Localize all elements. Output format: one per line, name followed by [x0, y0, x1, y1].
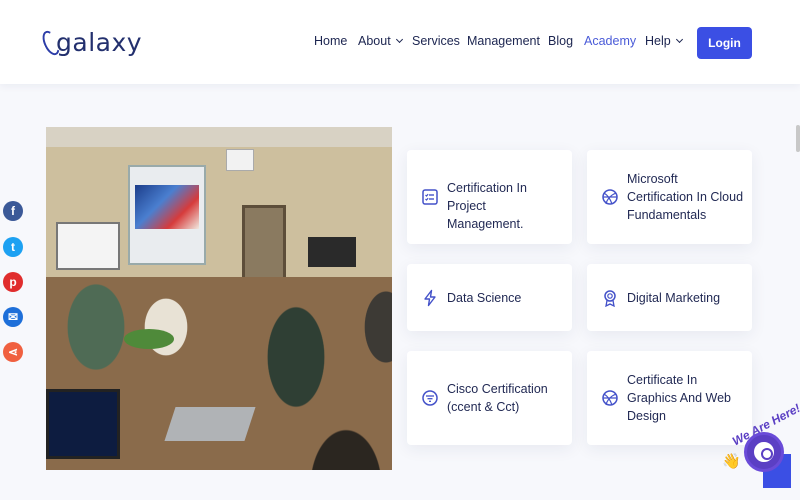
nav-management[interactable]: Management [467, 34, 540, 48]
nav-services[interactable]: Services [412, 34, 460, 48]
twitter-icon: t [11, 240, 15, 254]
chevron-down-icon [395, 35, 403, 44]
classroom-photo [46, 127, 392, 470]
facebook-icon: f [11, 204, 15, 218]
course-card[interactable]: Cisco Certification (ccent & Cct) [407, 351, 572, 445]
wave-hand-icon: 👋 [722, 453, 741, 470]
nav-academy[interactable]: Academy [584, 34, 636, 48]
nav-help[interactable]: Help [645, 34, 683, 48]
course-card[interactable]: Microsoft Certification In Cloud Fundame… [587, 150, 752, 244]
facebook-share-button[interactable]: f [3, 201, 23, 221]
chat-bubble-icon[interactable] [744, 432, 784, 472]
pinterest-icon: p [9, 275, 17, 289]
basketball-globe-icon [602, 390, 618, 406]
course-card[interactable]: Digital Marketing [587, 264, 752, 331]
course-title: Digital Marketing [627, 291, 721, 305]
lightning-icon [424, 289, 436, 307]
brand-name: galaxy [56, 27, 143, 57]
nav-home[interactable]: Home [314, 34, 347, 48]
login-button[interactable]: Login [697, 27, 752, 59]
course-title: Certification In Project Management. [447, 181, 527, 231]
course-title: Cisco Certification (ccent & Cct) [447, 382, 548, 414]
chevron-down-icon [675, 35, 683, 44]
course-title: Microsoft Certification In Cloud Fundame… [627, 172, 744, 222]
site-header: galaxy Home About Services Management Bl… [0, 0, 800, 84]
course-card[interactable]: Certification In Project Management. [407, 150, 572, 244]
email-icon: ✉ [7, 310, 19, 324]
nav-blog[interactable]: Blog [548, 34, 573, 48]
brand-logo[interactable]: galaxy [39, 24, 143, 60]
filter-lines-icon [422, 390, 438, 406]
course-title: Data Science [447, 291, 522, 305]
scrollbar-thumb[interactable] [796, 125, 800, 152]
course-card[interactable]: Data Science [407, 264, 572, 331]
share-icon: ⋖ [7, 345, 19, 359]
twitter-share-button[interactable]: t [3, 237, 23, 257]
award-medal-icon [604, 290, 616, 307]
nav-about[interactable]: About [358, 34, 403, 48]
email-share-button[interactable]: ✉ [3, 307, 23, 327]
chat-widget[interactable]: We Are Here! 👋 [722, 401, 800, 490]
basketball-globe-icon [602, 189, 618, 205]
pinterest-share-button[interactable]: p [3, 272, 23, 292]
certificate-list-icon [422, 189, 438, 205]
more-share-button[interactable]: ⋖ [3, 342, 23, 362]
